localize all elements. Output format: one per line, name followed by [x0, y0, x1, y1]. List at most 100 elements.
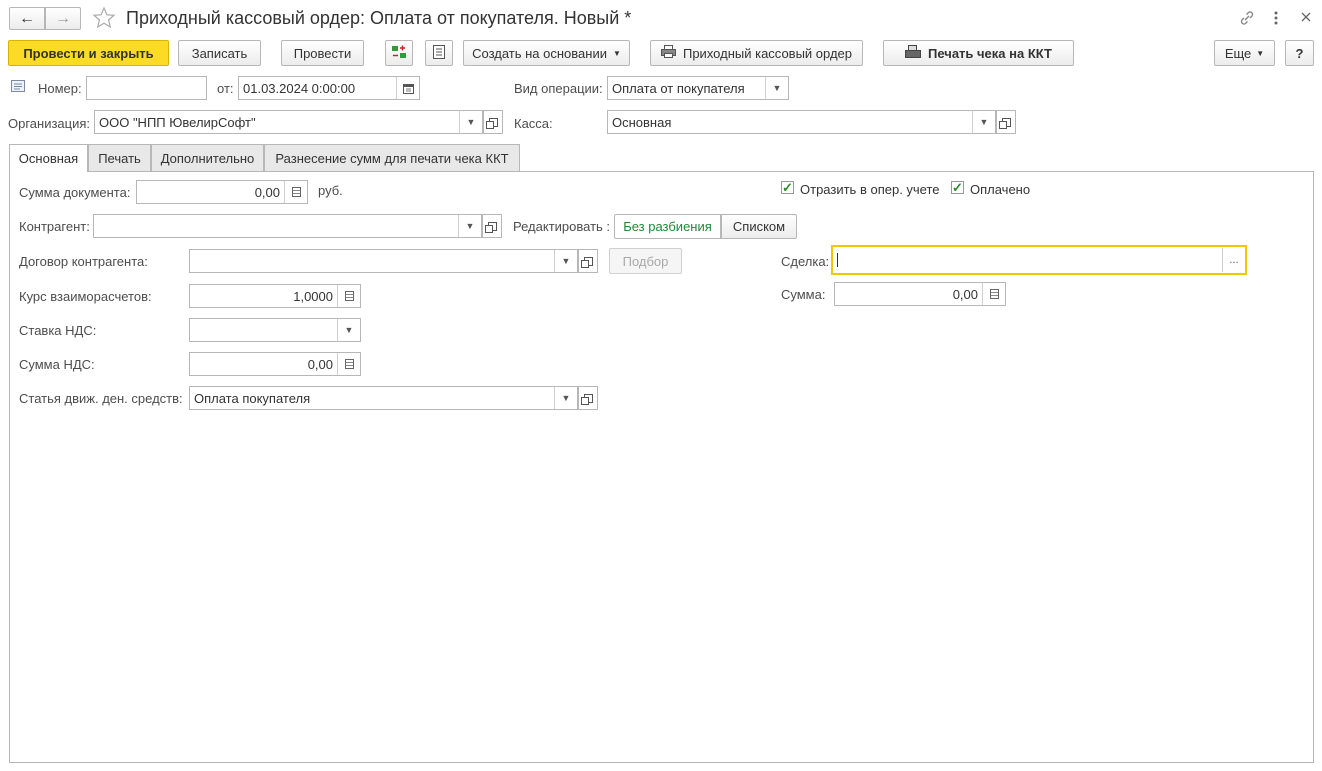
vat-sum-label: Сумма НДС:	[19, 357, 95, 372]
operation-select[interactable]: Оплата от покупателя ▼	[607, 76, 789, 100]
help-button[interactable]: ?	[1285, 40, 1314, 66]
number-label: Номер:	[38, 81, 82, 96]
doc-sum-field[interactable]: 0,00	[136, 180, 308, 204]
vat-sum-field[interactable]: 0,00	[189, 352, 361, 376]
post-and-close-button[interactable]: Провести и закрыть	[8, 40, 169, 66]
operation-value: Оплата от покупателя	[612, 80, 745, 96]
dropdown-arrow-icon[interactable]: ▼	[458, 215, 481, 237]
date-value: 01.03.2024 0:00:00	[243, 80, 356, 96]
calculator-icon[interactable]	[337, 353, 360, 375]
operation-label: Вид операции:	[514, 81, 603, 96]
counterparty-field[interactable]: ▼	[93, 214, 482, 238]
deal-label: Сделка:	[781, 254, 830, 269]
dropdown-arrow-icon: ▼	[612, 48, 621, 58]
dropdown-arrow-icon[interactable]: ▼	[459, 111, 482, 133]
select-button[interactable]: Подбор	[609, 248, 682, 274]
sum-label: Сумма:	[781, 287, 826, 302]
deal-field[interactable]: ...	[831, 245, 1247, 275]
rate-value: 1,0000	[293, 288, 333, 304]
dropdown-arrow-icon[interactable]: ▼	[337, 319, 360, 341]
cash-register-icon	[905, 45, 922, 61]
vat-sum-value: 0,00	[307, 356, 333, 372]
print-order-label: Приходный кассовый ордер	[682, 45, 853, 61]
rate-field[interactable]: 1,0000	[189, 284, 361, 308]
doc-sum-value: 0,00	[254, 184, 280, 200]
calculator-icon[interactable]	[982, 283, 1005, 305]
window-title: Приходный кассовый ордер: Оплата от поку…	[126, 8, 632, 28]
tab-print[interactable]: Печать	[88, 144, 151, 171]
link-icon[interactable]	[1238, 9, 1256, 27]
arrow-left-icon: ←	[19, 9, 35, 27]
open-window-icon	[998, 117, 1011, 129]
organization-field[interactable]: ООО "НПП ЮвелирСофт" ▼	[94, 110, 483, 134]
doc-sum-label: Сумма документа:	[19, 185, 131, 200]
print-receipt-label: Печать чека на ККТ	[928, 45, 1052, 61]
report-structure-button[interactable]	[425, 40, 453, 66]
date-field[interactable]: 01.03.2024 0:00:00	[238, 76, 420, 100]
close-icon[interactable]	[1299, 10, 1313, 24]
cashflow-field[interactable]: Оплата покупателя ▼	[189, 386, 578, 410]
reflect-checkbox[interactable]: ✓	[781, 181, 794, 194]
number-field[interactable]	[86, 76, 207, 100]
create-based-on-label: Создать на основании	[472, 45, 607, 61]
dropdown-arrow-icon[interactable]: ▼	[554, 250, 577, 272]
dropdown-arrow-icon[interactable]: ▼	[972, 111, 995, 133]
tab-receipt-distribution[interactable]: Разнесение сумм для печати чека ККТ	[264, 144, 520, 171]
more-label: Еще	[1224, 45, 1252, 61]
more-button[interactable]: Еще ▼	[1214, 40, 1275, 66]
open-window-icon	[580, 393, 593, 405]
tab-main[interactable]: Основная	[9, 144, 88, 172]
date-label: от:	[217, 81, 234, 96]
edit-mode-label: Редактировать :	[513, 219, 611, 234]
paid-label: Оплачено	[970, 182, 1031, 197]
cashbox-label: Касса:	[514, 116, 553, 131]
ellipsis-button[interactable]: ...	[1222, 248, 1245, 272]
sum-value: 0,00	[952, 286, 978, 302]
edit-mode-single-button[interactable]: Без разбиения	[614, 214, 721, 239]
cashbox-open-button[interactable]	[996, 110, 1016, 134]
print-receipt-button[interactable]: Печать чека на ККТ	[883, 40, 1074, 66]
contract-open-button[interactable]	[578, 249, 598, 273]
document-movements-button[interactable]	[385, 40, 413, 66]
counterparty-label: Контрагент:	[19, 219, 90, 234]
back-button[interactable]: ←	[9, 7, 45, 30]
tab-additional[interactable]: Дополнительно	[151, 144, 264, 171]
vat-rate-select[interactable]: ▼	[189, 318, 361, 342]
create-based-on-button[interactable]: Создать на основании ▼	[463, 40, 630, 66]
reflect-label: Отразить в опер. учете	[800, 182, 940, 197]
save-button[interactable]: Записать	[178, 40, 261, 66]
favorite-star-icon[interactable]	[92, 6, 116, 30]
arrow-right-icon: →	[55, 9, 71, 27]
counterparty-open-button[interactable]	[482, 214, 502, 238]
cashflow-open-button[interactable]	[578, 386, 598, 410]
dropdown-arrow-icon[interactable]: ▼	[554, 387, 577, 409]
dropdown-arrow-icon: ▼	[1256, 48, 1265, 58]
edit-mode-list-button[interactable]: Списком	[721, 214, 797, 239]
dropdown-arrow-icon[interactable]: ▼	[765, 77, 788, 99]
document-list-icon	[432, 44, 446, 63]
cashflow-label: Статья движ. ден. средств:	[19, 391, 183, 406]
open-window-icon	[484, 221, 497, 233]
print-order-button[interactable]: Приходный кассовый ордер	[650, 40, 863, 66]
deal-value	[837, 253, 1222, 267]
calculator-icon[interactable]	[284, 181, 307, 203]
cashbox-field[interactable]: Основная ▼	[607, 110, 996, 134]
more-vertical-icon[interactable]	[1270, 9, 1282, 27]
post-button[interactable]: Провести	[281, 40, 364, 66]
cashflow-value: Оплата покупателя	[194, 390, 311, 406]
printer-icon	[660, 45, 676, 61]
forward-button[interactable]: →	[45, 7, 81, 30]
open-window-icon	[485, 117, 498, 129]
organization-value: ООО "НПП ЮвелирСофт"	[99, 114, 256, 130]
rate-label: Курс взаиморасчетов:	[19, 289, 152, 304]
calendar-icon[interactable]	[396, 77, 419, 99]
organization-label: Организация:	[8, 116, 91, 131]
open-window-icon	[580, 256, 593, 268]
calculator-icon[interactable]	[337, 285, 360, 307]
organization-open-button[interactable]	[483, 110, 503, 134]
contract-field[interactable]: ▼	[189, 249, 578, 273]
document-status-icon	[11, 80, 25, 92]
contract-label: Договор контрагента:	[19, 254, 148, 269]
paid-checkbox[interactable]: ✓	[951, 181, 964, 194]
sum-field[interactable]: 0,00	[834, 282, 1006, 306]
